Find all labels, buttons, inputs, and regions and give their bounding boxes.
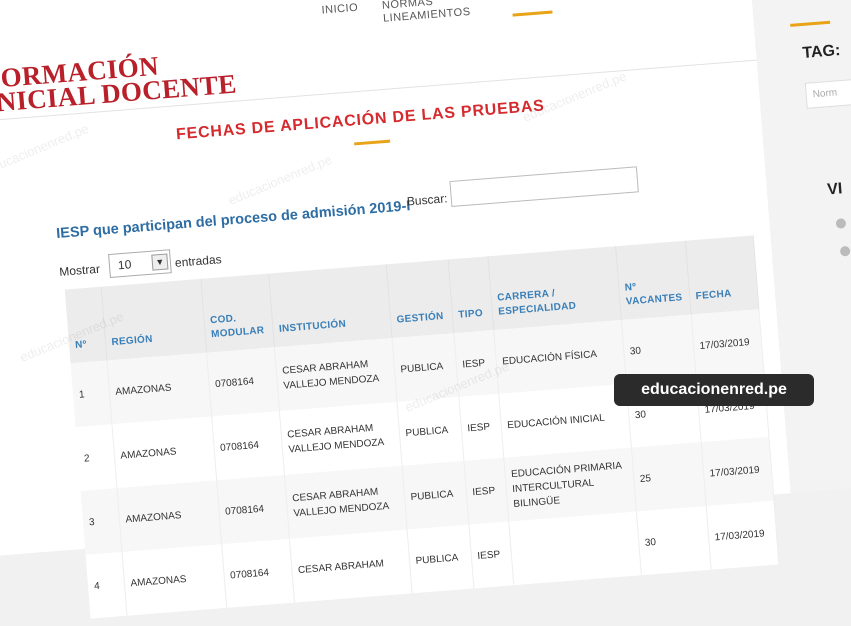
table-cell: PUBLICA: [391, 333, 459, 402]
main-page: FORMACIÓN INICIAL DOCENTE INICIO NORMAS …: [0, 0, 792, 619]
title-accent-bar: [354, 139, 391, 146]
search-label: Buscar:: [406, 191, 448, 209]
table-cell: 30: [635, 505, 711, 576]
top-nav: INICIO NORMAS LINEAMIENTOS: [321, 0, 471, 31]
search-input[interactable]: [449, 166, 639, 208]
table-cell: 0708164: [216, 474, 289, 545]
table-cell: AMAZONAS: [121, 544, 227, 616]
column-header[interactable]: COD. MODULAR: [200, 273, 274, 353]
table-cell: 0708164: [211, 411, 284, 481]
show-entries-label: Mostrar: [58, 261, 101, 279]
table-cell: PUBLICA: [401, 460, 469, 530]
nav-item-inicio[interactable]: INICIO: [321, 2, 360, 31]
table-cell: 0708164: [221, 538, 294, 608]
table-cell: 17/03/2019: [700, 436, 774, 506]
column-header[interactable]: CARRERA / ESPECIALIDAD: [487, 246, 621, 331]
column-header[interactable]: Nº VACANTES: [615, 240, 691, 321]
section-subtitle: IESP que participan del proceso de admis…: [55, 198, 411, 243]
table-cell: EDUCACIÓN FÍSICA: [493, 320, 626, 394]
tag-input-placeholder: Norm: [812, 87, 838, 101]
table-cell: CESAR ABRAHAM VALLEJO MENDOZA: [278, 401, 402, 475]
table-cell: CESAR ABRAHAM VALLEJO MENDOZA: [283, 465, 407, 539]
site-logo[interactable]: FORMACIÓN INICIAL DOCENTE: [0, 48, 238, 119]
column-header[interactable]: INSTITUCIÓN: [268, 264, 392, 348]
table-cell: 2: [75, 424, 117, 491]
table-cell: 1: [70, 360, 112, 428]
table-cell: IESP: [463, 457, 509, 525]
sidebar-tag-heading: TAG:: [801, 42, 841, 62]
column-header[interactable]: FECHA: [684, 235, 759, 315]
table-cell: 25: [630, 442, 706, 512]
table-cell: AMAZONAS: [106, 352, 212, 425]
table-cell: AMAZONAS: [111, 416, 217, 489]
entries-per-page-select[interactable]: 10 ▼: [108, 249, 172, 279]
table-cell: 3: [80, 488, 122, 555]
column-header[interactable]: TIPO: [447, 256, 494, 334]
table-cell: CESAR ABRAHAM VALLEJO MENDOZA: [273, 338, 397, 412]
table-cell: IESP: [468, 521, 514, 589]
column-header[interactable]: GESTIÓN: [385, 259, 454, 339]
table-cell: EDUCACIÓN INICIAL: [498, 383, 631, 458]
column-header[interactable]: Nº: [64, 286, 107, 364]
table-cell: 4: [85, 551, 127, 619]
column-header[interactable]: REGIÓN: [100, 278, 207, 361]
table-cell: PUBLICA: [396, 397, 464, 466]
table-cell: PUBLICA: [406, 524, 474, 594]
entries-label: entradas: [174, 252, 223, 270]
table-cell: CESAR ABRAHAM: [288, 529, 412, 603]
sidebar-vi-heading: VI: [826, 180, 844, 199]
table-cell: EDUCACIÓN PRIMARIA INTERCULTURAL BILINGÜ…: [503, 447, 636, 522]
table-cell: 17/03/2019: [690, 309, 764, 379]
chevron-down-icon: ▼: [151, 253, 169, 271]
nav-active-underline: [512, 10, 553, 17]
institutions-table: Nº REGIÓN COD. MODULAR INSTITUCIÓN GESTI…: [64, 235, 779, 619]
table-cell: IESP: [453, 330, 499, 398]
table-cell: 17/03/2019: [705, 500, 779, 570]
watermark-badge: educacionenred.pe: [614, 374, 814, 406]
entries-per-page-value: 10: [117, 257, 132, 273]
rotated-page-stage: FORMACIÓN INICIAL DOCENTE INICIO NORMAS …: [0, 0, 851, 619]
watermark-text: educacionenred.pe: [226, 151, 335, 208]
table-cell: 0708164: [206, 347, 279, 417]
nav-item-normas[interactable]: NORMAS LINEAMIENTOS: [382, 0, 471, 26]
table-cell: AMAZONAS: [116, 480, 222, 552]
table-cell: [508, 511, 641, 586]
table-cell: IESP: [458, 393, 504, 461]
